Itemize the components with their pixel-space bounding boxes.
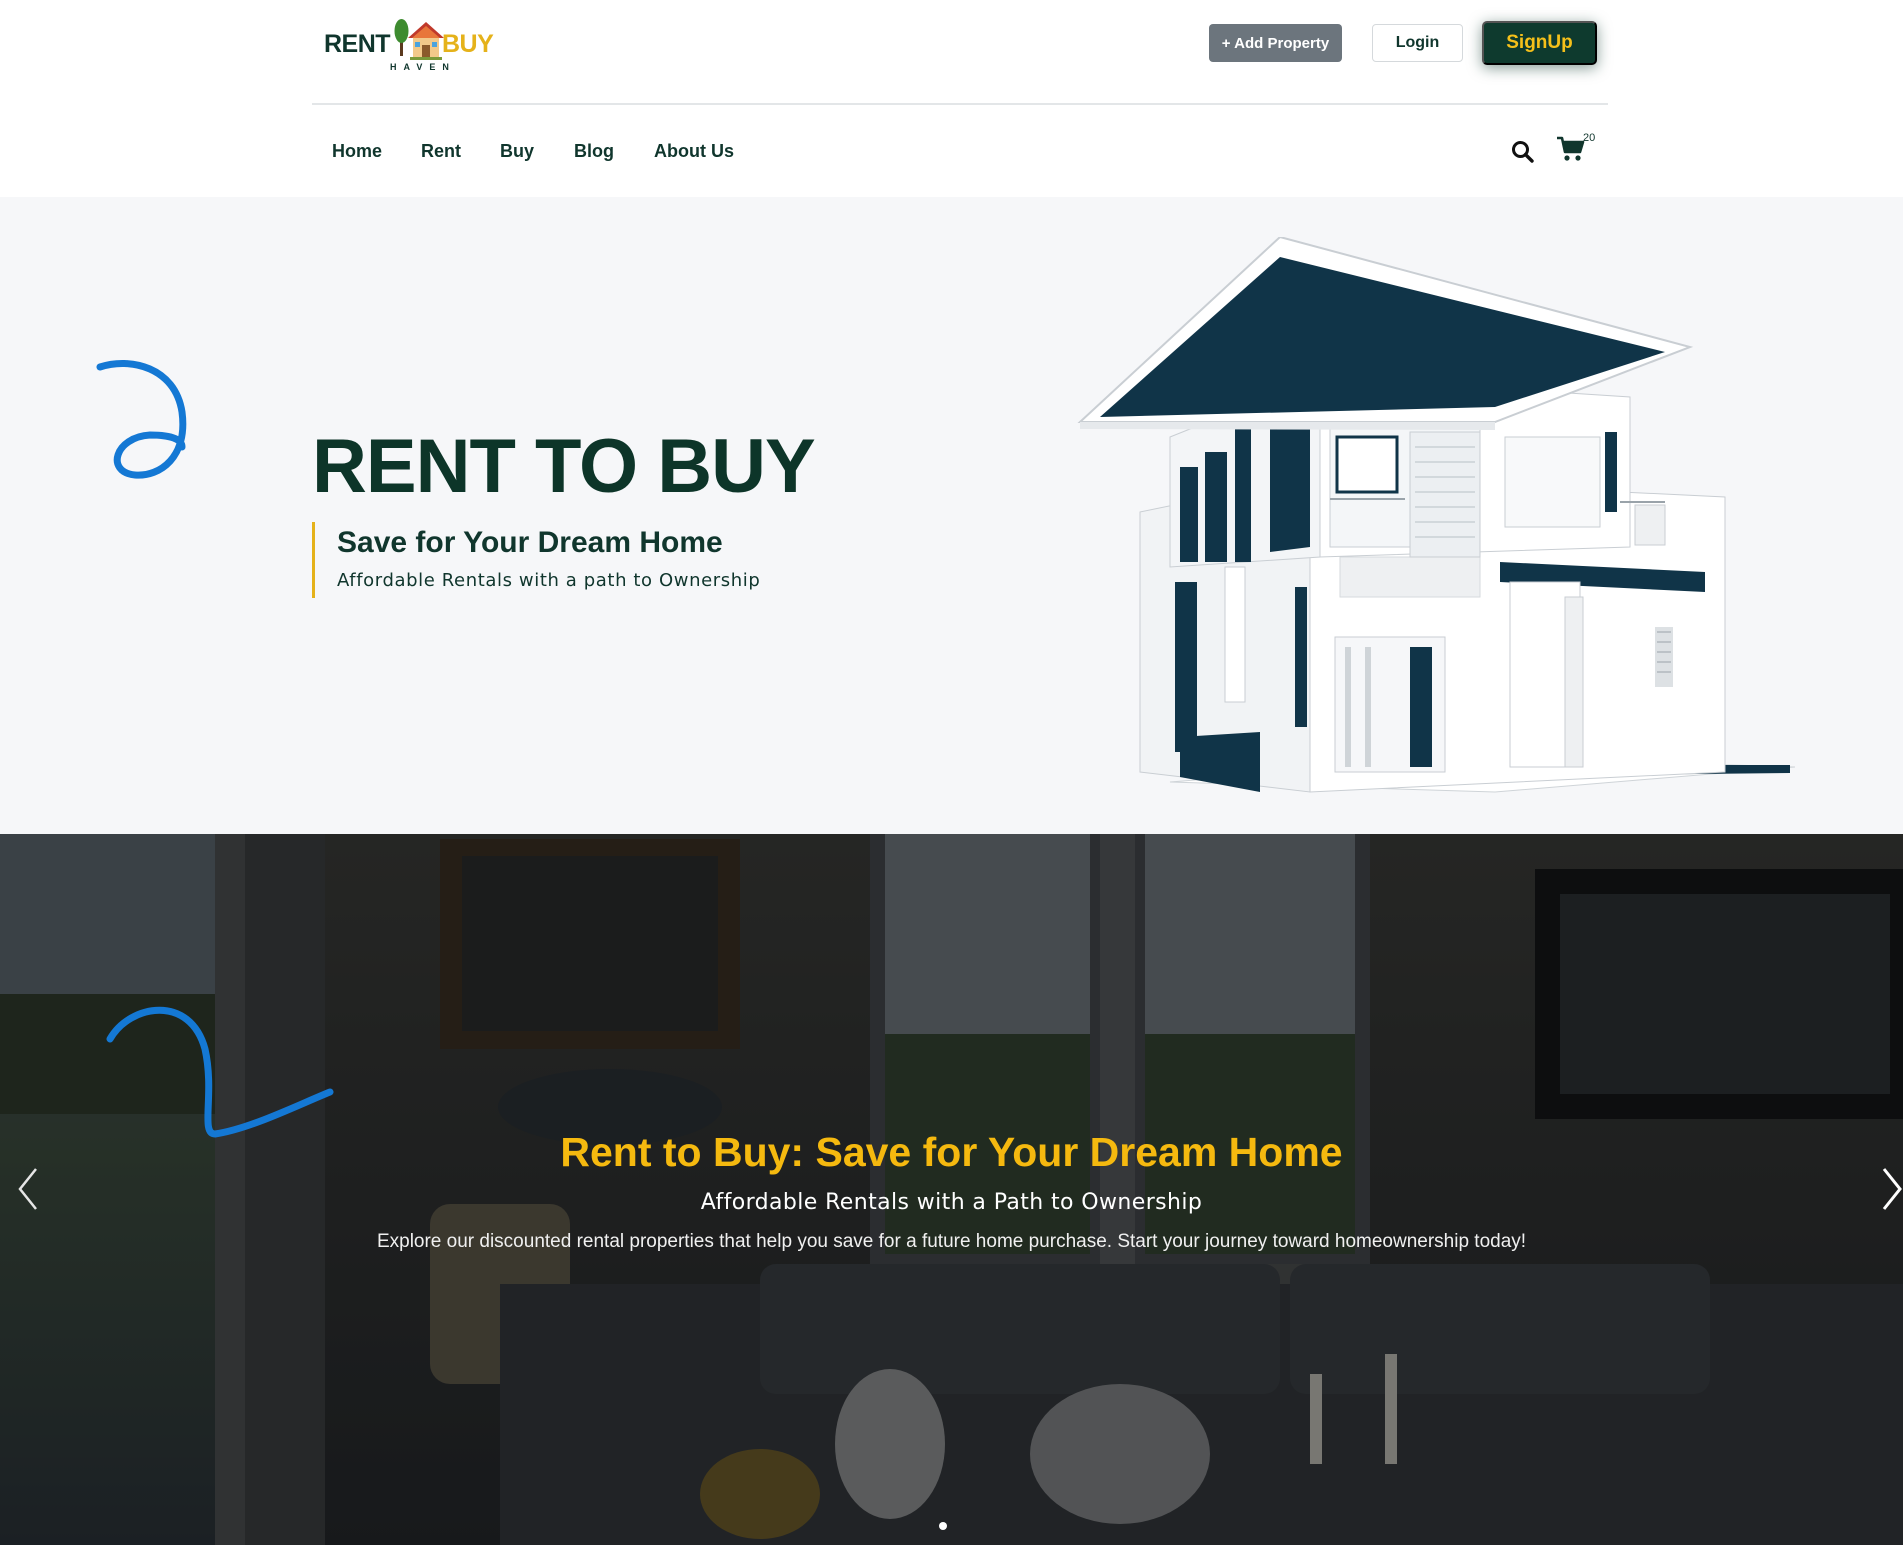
- nav-link-buy[interactable]: Buy: [500, 141, 534, 162]
- search-button[interactable]: [1510, 139, 1536, 165]
- add-property-button[interactable]: + Add Property: [1209, 24, 1342, 62]
- hero-section: RENT TO BUY Save for Your Dream Home Aff…: [0, 197, 1903, 834]
- search-icon: [1512, 141, 1534, 163]
- carousel-title: Rent to Buy: Save for Your Dream Home: [560, 1129, 1343, 1175]
- nav-link-blog[interactable]: Blog: [574, 141, 614, 162]
- hero-subtitle-block: Save for Your Dream Home Affordable Rent…: [312, 522, 760, 598]
- logo-word-haven: HAVEN: [390, 62, 456, 72]
- main-nav: Home Rent Buy Blog About Us 20: [312, 107, 1608, 197]
- cart-icon: [1557, 136, 1585, 161]
- logo-word-rent: RENT: [324, 30, 391, 58]
- annotation-scribble: [96, 359, 187, 479]
- site-logo[interactable]: RENT BUY HAVEN: [324, 14, 504, 76]
- carousel-next-button[interactable]: [1872, 1159, 1903, 1219]
- hero-carousel: Rent to Buy: Save for Your Dream Home Af…: [0, 834, 1903, 1545]
- carousel-subtitle: Affordable Rentals with a Path to Owners…: [700, 1190, 1203, 1215]
- carousel-description: Explore our discounted rental properties…: [376, 1231, 1527, 1252]
- house-illustration: [1077, 237, 1795, 793]
- nav-link-home[interactable]: Home: [332, 141, 382, 162]
- signup-button[interactable]: SignUp: [1482, 21, 1597, 65]
- carousel-prev-button[interactable]: [8, 1159, 48, 1219]
- cart-count-badge: 20: [1583, 132, 1596, 144]
- house-logo-icon: [394, 19, 444, 60]
- logo-word-buy: BUY: [442, 30, 494, 58]
- hero-title: RENT TO BUY: [312, 424, 816, 509]
- chevron-right-icon: [1882, 1168, 1902, 1210]
- nav-link-about-us[interactable]: About Us: [654, 141, 734, 162]
- hero-tagline: Affordable Rentals with a path to Owners…: [337, 570, 761, 591]
- nav-link-rent[interactable]: Rent: [421, 141, 461, 162]
- hero-subtitle: Save for Your Dream Home: [337, 526, 723, 559]
- chevron-left-icon: [18, 1168, 37, 1210]
- login-button[interactable]: Login: [1372, 24, 1463, 62]
- carousel-indicator-1[interactable]: [939, 1522, 947, 1530]
- site-header: RENT BUY HAVEN + Add Property Login Sign…: [312, 0, 1608, 105]
